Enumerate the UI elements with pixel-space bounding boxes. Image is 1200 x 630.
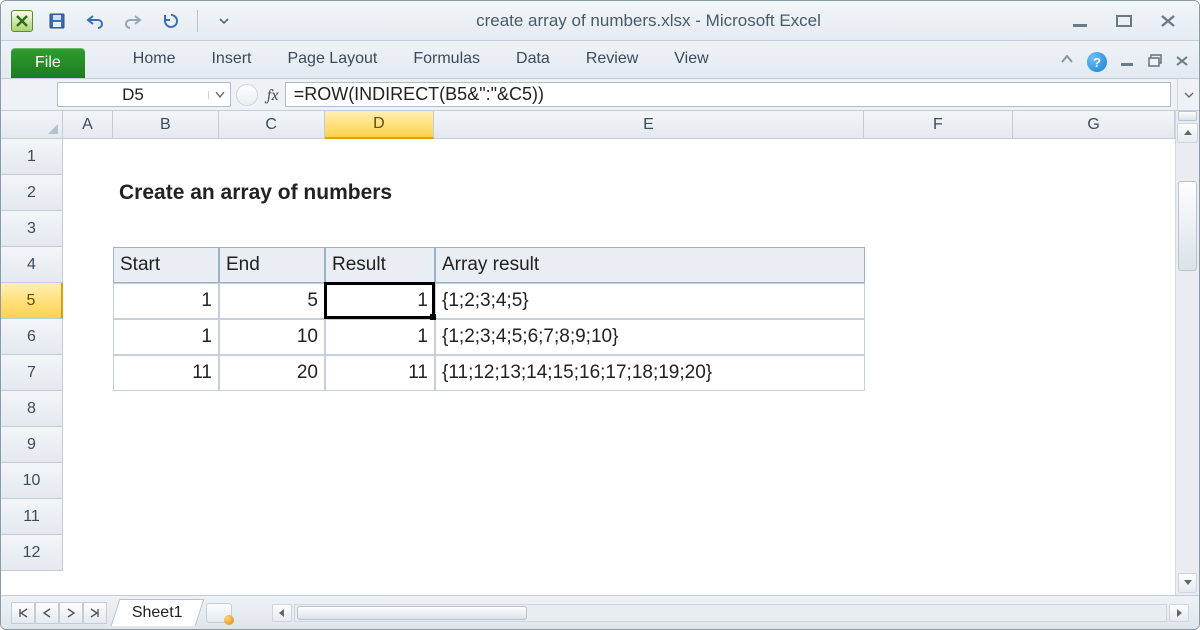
formula-text: =ROW(INDIRECT(B5&":"&C5)) <box>294 84 544 105</box>
new-sheet-button[interactable] <box>206 603 232 623</box>
column-header-G[interactable]: G <box>1013 111 1175 139</box>
excel-logo-icon[interactable] <box>11 10 33 32</box>
row-header-10[interactable]: 10 <box>1 463 63 499</box>
cells-area[interactable]: Create an array of numbers StartEndResult… <box>63 139 1175 595</box>
title-bar: create array of numbers.xlsx - Microsoft… <box>1 1 1199 41</box>
maximize-button[interactable] <box>1109 10 1139 32</box>
cell-start-7[interactable]: 11 <box>113 355 219 391</box>
row-header-7[interactable]: 7 <box>1 355 63 391</box>
column-headers: ABCDEFG <box>63 111 1175 139</box>
cell-header-start[interactable]: Start <box>113 247 219 283</box>
fx-label[interactable]: fx <box>265 79 285 110</box>
row-header-9[interactable]: 9 <box>1 427 63 463</box>
cell-header-array[interactable]: Array result <box>435 247 865 283</box>
sheet-tab-bar: Sheet1 <box>1 595 1199 629</box>
worksheet-grid[interactable]: ABCDEFG 123456789101112 Create an array … <box>1 111 1199 595</box>
ribbon-right-controls: ? <box>1059 52 1189 78</box>
qat-customize-icon[interactable] <box>210 8 238 34</box>
sheet-tab-label: Sheet1 <box>132 604 183 622</box>
window-controls <box>1049 10 1199 32</box>
workbook-minimize-icon[interactable] <box>1119 54 1135 71</box>
column-header-A[interactable]: A <box>63 111 113 139</box>
horizontal-scrollbar[interactable] <box>272 603 1189 623</box>
excel-window: create array of numbers.xlsx - Microsoft… <box>0 0 1200 630</box>
cell-result-7[interactable]: 11 <box>325 355 435 391</box>
formula-bar: D5 fx =ROW(INDIRECT(B5&":"&C5)) <box>1 79 1199 111</box>
name-box-dropdown-icon[interactable] <box>208 91 230 99</box>
close-button[interactable] <box>1153 10 1183 32</box>
vertical-scrollbar[interactable] <box>1175 111 1199 595</box>
cell-header-result[interactable]: Result <box>325 247 435 283</box>
vscroll-track[interactable] <box>1178 133 1197 573</box>
scroll-left-button[interactable] <box>272 604 292 622</box>
cell-start-5[interactable]: 1 <box>113 283 219 319</box>
insert-function-button[interactable] <box>236 84 258 106</box>
row-header-12[interactable]: 12 <box>1 535 63 571</box>
row-header-6[interactable]: 6 <box>1 319 63 355</box>
sheet-nav-buttons <box>1 602 107 624</box>
minimize-button[interactable] <box>1065 10 1095 32</box>
window-title: create array of numbers.xlsx - Microsoft… <box>248 11 1049 31</box>
cell-array-5[interactable]: {1;2;3;4;5} <box>435 283 865 319</box>
repeat-icon[interactable] <box>157 8 185 34</box>
workbook-restore-icon[interactable] <box>1147 53 1163 71</box>
sheet-nav-prev[interactable] <box>35 602 59 624</box>
row-header-11[interactable]: 11 <box>1 499 63 535</box>
vscroll-thumb[interactable] <box>1178 181 1197 271</box>
undo-icon[interactable] <box>81 8 109 34</box>
sheet-nav-next[interactable] <box>59 602 83 624</box>
name-box-value[interactable]: D5 <box>58 83 208 107</box>
save-icon[interactable] <box>43 8 71 34</box>
tab-review[interactable]: Review <box>568 42 656 78</box>
column-header-D[interactable]: D <box>325 111 435 139</box>
tab-page-layout[interactable]: Page Layout <box>269 42 395 78</box>
row-header-1[interactable]: 1 <box>1 139 63 175</box>
redo-icon[interactable] <box>119 8 147 34</box>
qat-separator <box>197 10 198 32</box>
help-icon[interactable]: ? <box>1087 52 1107 72</box>
ribbon-collapse-icon[interactable] <box>1059 53 1075 71</box>
sheet-nav-last[interactable] <box>83 602 107 624</box>
sheet-nav-first[interactable] <box>11 602 35 624</box>
row-header-4[interactable]: 4 <box>1 247 63 283</box>
tab-insert[interactable]: Insert <box>193 42 269 78</box>
cell-result-6[interactable]: 1 <box>325 319 435 355</box>
select-all-corner[interactable] <box>1 111 63 139</box>
cell-end-7[interactable]: 20 <box>219 355 325 391</box>
cell-array-7[interactable]: {11;12;13;14;15;16;17;18;19;20} <box>435 355 865 391</box>
tab-view[interactable]: View <box>656 42 726 78</box>
row-header-2[interactable]: 2 <box>1 175 63 211</box>
cell-end-5[interactable]: 5 <box>219 283 325 319</box>
cell-header-end[interactable]: End <box>219 247 325 283</box>
ribbon-tabs: File Home Insert Page Layout Formulas Da… <box>1 41 1199 79</box>
cell-end-6[interactable]: 10 <box>219 319 325 355</box>
column-header-C[interactable]: C <box>219 111 325 139</box>
row-header-8[interactable]: 8 <box>1 391 63 427</box>
scroll-down-button[interactable] <box>1178 573 1197 593</box>
row-header-3[interactable]: 3 <box>1 211 63 247</box>
tab-home[interactable]: Home <box>115 42 194 78</box>
hscroll-thumb[interactable] <box>297 606 527 620</box>
column-header-B[interactable]: B <box>113 111 219 139</box>
column-header-F[interactable]: F <box>864 111 1014 139</box>
scroll-right-button[interactable] <box>1169 604 1189 622</box>
hscroll-track[interactable] <box>294 604 1167 622</box>
tab-file[interactable]: File <box>11 48 85 78</box>
quick-access-toolbar <box>1 8 248 34</box>
cell-array-6[interactable]: {1;2;3;4;5;6;7;8;9;10} <box>435 319 865 355</box>
split-handle[interactable] <box>1178 111 1197 121</box>
name-box[interactable]: D5 <box>57 82 231 107</box>
column-header-E[interactable]: E <box>434 111 863 139</box>
formula-input[interactable]: =ROW(INDIRECT(B5&":"&C5)) <box>285 82 1171 107</box>
formula-bar-expand-icon[interactable] <box>1177 79 1199 110</box>
cell-start-6[interactable]: 1 <box>113 319 219 355</box>
cell-title[interactable]: Create an array of numbers <box>113 175 865 211</box>
sheet-tab-active[interactable]: Sheet1 <box>111 599 204 626</box>
tab-data[interactable]: Data <box>498 42 568 78</box>
cell-result-5[interactable]: 1 <box>325 283 435 319</box>
row-header-5[interactable]: 5 <box>1 283 63 319</box>
workbook-close-icon[interactable] <box>1175 54 1189 71</box>
row-headers: 123456789101112 <box>1 139 63 595</box>
tab-formulas[interactable]: Formulas <box>395 42 498 78</box>
